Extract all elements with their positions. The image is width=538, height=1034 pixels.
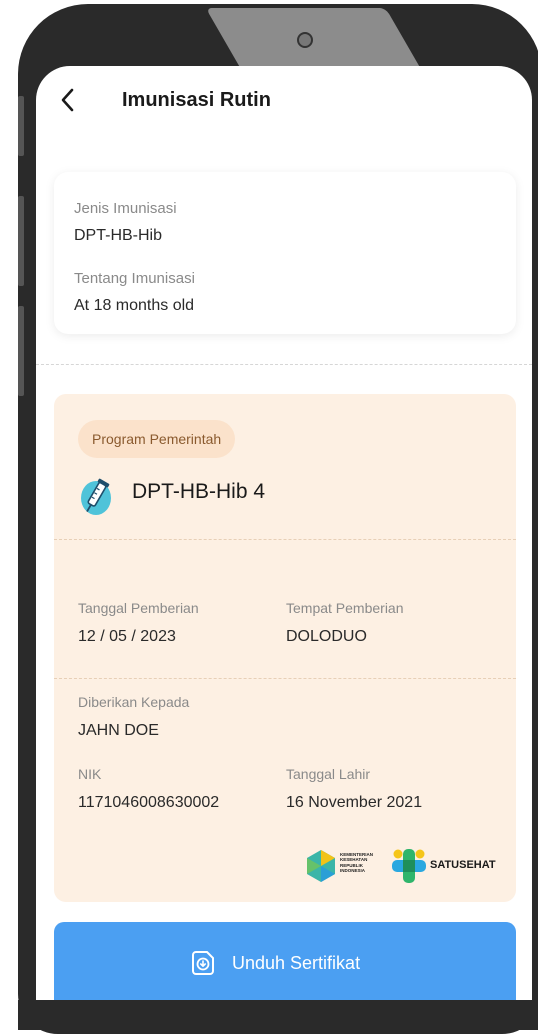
about-value: At 18 months old	[74, 297, 195, 314]
app-header: Imunisasi Rutin	[36, 66, 532, 136]
back-button[interactable]	[54, 86, 82, 114]
place-label: Tempat Pemberian	[286, 600, 404, 616]
type-value: DPT-HB-Hib	[74, 227, 163, 244]
card-divider	[54, 678, 516, 679]
type-label: Jenis Imunisasi	[74, 200, 177, 217]
chevron-left-icon	[61, 88, 74, 112]
nik-label: NIK	[78, 766, 102, 782]
download-button-content: Unduh Sertifikat	[190, 948, 360, 978]
immunization-info-card: Jenis Imunisasi DPT-HB-Hib Tentang Imuni…	[54, 172, 516, 334]
phone-notch	[205, 8, 421, 68]
program-badge: Program Pemerintah	[78, 420, 236, 458]
satusehat-logo-mark	[392, 849, 426, 883]
camera-icon	[297, 32, 313, 48]
download-button-label: Unduh Sertifikat	[232, 952, 361, 973]
phone-side-button	[18, 196, 24, 286]
phone-side-button	[18, 96, 24, 156]
syringe-icon	[81, 478, 111, 515]
phone-side-button	[18, 306, 24, 396]
phone-bottom-bezel	[18, 1000, 538, 1030]
card-divider	[54, 539, 516, 540]
date-value: 12 / 05 / 2023	[78, 628, 176, 645]
satusehat-logo-text: SATUSEHAT	[430, 859, 496, 871]
satusehat-logo: SATUSEHAT	[392, 848, 507, 884]
dob-value: 16 November 2021	[286, 794, 423, 811]
download-certificate-icon	[192, 951, 214, 975]
vaccine-certificate-card: Program Pemerintah DPT-HB-Hib 4 Tanggal …	[54, 394, 516, 902]
recipient-value: JAHN DOE	[78, 722, 159, 739]
about-label: Tentang Imunisasi	[74, 270, 195, 287]
vaccine-name: DPT-HB-Hib 4	[132, 480, 266, 503]
recipient-label: Diberikan Kepada	[78, 694, 190, 710]
dob-label: Tanggal Lahir	[286, 766, 371, 782]
app-screen: Imunisasi Rutin Jenis Imunisasi DPT-HB-H…	[36, 66, 532, 1000]
kemenkes-logo: KEMENTERIAN KESEHATAN REPUBLIK INDONESIA	[304, 848, 384, 884]
nik-value: 1171046008630002	[78, 794, 220, 811]
page-title: Imunisasi Rutin	[122, 89, 271, 111]
place-value: DOLODUO	[286, 628, 367, 645]
kemenkes-logo-mark	[307, 850, 335, 882]
section-divider	[36, 364, 532, 365]
kemenkes-logo-text: KEMENTERIAN KESEHATAN REPUBLIK INDONESIA	[340, 852, 374, 874]
download-certificate-button[interactable]: Unduh Sertifikat	[54, 922, 516, 1000]
date-label: Tanggal Pemberian	[78, 600, 199, 616]
